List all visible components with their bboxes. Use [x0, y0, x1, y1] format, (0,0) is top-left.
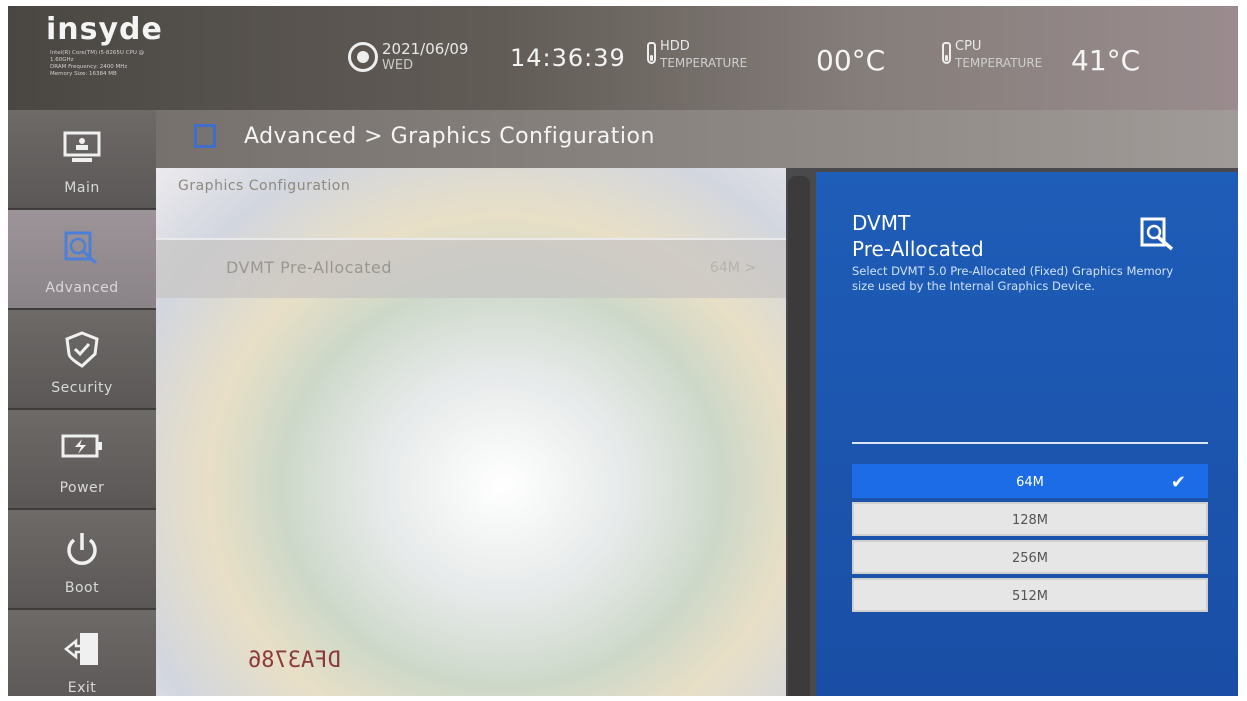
- time-text: 14:36:39: [510, 44, 626, 72]
- sidebar-item-label: Exit: [67, 680, 97, 696]
- sidebar-item-label: Security: [51, 380, 113, 396]
- breadcrumb: Advanced > Graphics Configuration: [244, 124, 655, 149]
- sidebar-item-main[interactable]: Main: [8, 110, 156, 210]
- thermometer-icon: [647, 42, 656, 64]
- insyde-logo: insyde: [46, 12, 163, 47]
- setting-value: 64M >: [709, 260, 756, 276]
- scrollbar[interactable]: [788, 176, 810, 696]
- option-256m[interactable]: 256M: [852, 540, 1208, 574]
- battery-icon: [60, 430, 104, 466]
- sidebar-item-advanced[interactable]: Advanced: [8, 210, 156, 310]
- dram-freq-line: DRAM Frequency: 2400 MHz: [50, 64, 128, 70]
- option-label: 64M: [1016, 475, 1044, 490]
- sidebar-item-label: Main: [64, 180, 100, 196]
- advanced-icon: [62, 230, 102, 270]
- help-title-line-2: Pre-Allocated: [852, 237, 984, 261]
- checkmark-icon: ✔: [1170, 472, 1186, 493]
- thermometer-icon: [942, 42, 951, 64]
- cpu-temperature-value: 41°C: [1071, 44, 1141, 77]
- advanced-icon: [1138, 216, 1178, 258]
- help-title-line-1: DVMT: [852, 211, 911, 235]
- sidebar-item-label: Advanced: [45, 280, 119, 296]
- power-icon: [62, 530, 102, 574]
- sidebar: Main Advanced Security Power Boot Exit: [8, 110, 156, 696]
- top-status-bar: insyde Intel(R) Core(TM) i5-8265U CPU @ …: [8, 6, 1238, 110]
- divider: [852, 442, 1208, 444]
- settings-panel: Graphics Configuration DVMT Pre-Allocate…: [156, 168, 786, 696]
- option-label: 128M: [1011, 513, 1049, 528]
- sidebar-item-boot[interactable]: Boot: [8, 510, 156, 610]
- monitor-icon: [62, 130, 102, 170]
- section-title: Graphics Configuration: [178, 178, 351, 194]
- advanced-icon: [194, 124, 216, 148]
- help-title: DVMT Pre-Allocated: [852, 210, 1102, 262]
- hdd-label: HDD: [660, 39, 690, 54]
- cpu-temperature-label: TEMPERATURE: [955, 56, 1043, 70]
- breadcrumb-bar: Advanced > Graphics Configuration: [156, 110, 1238, 168]
- cpu-label: CPU: [955, 39, 982, 54]
- system-info: Intel(R) Core(TM) i5-8265U CPU @ 1.60GHz…: [50, 50, 260, 78]
- hdd-temperature-value: 00°C: [816, 44, 886, 77]
- weekday-text: WED: [382, 58, 414, 73]
- sidebar-item-label: Power: [59, 480, 105, 496]
- sidebar-item-exit[interactable]: Exit: [8, 610, 156, 696]
- option-label: 512M: [1011, 589, 1049, 604]
- option-512m[interactable]: 512M: [852, 578, 1208, 612]
- clock-icon: [348, 42, 378, 72]
- sidebar-item-security[interactable]: Security: [8, 310, 156, 410]
- sidebar-item-label: Boot: [64, 580, 100, 596]
- shield-icon: [62, 330, 102, 372]
- setting-label: DVMT Pre-Allocated: [226, 258, 393, 277]
- hdd-temperature-label: TEMPERATURE: [660, 56, 748, 70]
- option-label: 256M: [1011, 551, 1049, 566]
- option-64m[interactable]: 64M ✔: [852, 464, 1208, 498]
- cpu-info-line: Intel(R) Core(TM) i5-8265U CPU @: [50, 50, 145, 56]
- cpu-freq-line: 1.60GHz: [50, 57, 74, 63]
- date-text: 2021/06/09: [382, 40, 469, 58]
- help-description: Select DVMT 5.0 Pre-Allocated (Fixed) Gr…: [852, 264, 1174, 293]
- option-128m[interactable]: 128M: [852, 502, 1208, 536]
- sidebar-item-power[interactable]: Power: [8, 410, 156, 510]
- exit-icon: [62, 630, 102, 672]
- dvmt-pre-allocated-setting[interactable]: DVMT Pre-Allocated 64M >: [156, 238, 786, 298]
- help-panel: DVMT Pre-Allocated Select DVMT 5.0 Pre-A…: [816, 172, 1238, 696]
- memory-size-line: Memory Size: 16384 MB: [50, 71, 117, 77]
- bios-screen: insyde Intel(R) Core(TM) i5-8265U CPU @ …: [8, 6, 1238, 696]
- overlay-watermark: DFA3786: [248, 648, 341, 673]
